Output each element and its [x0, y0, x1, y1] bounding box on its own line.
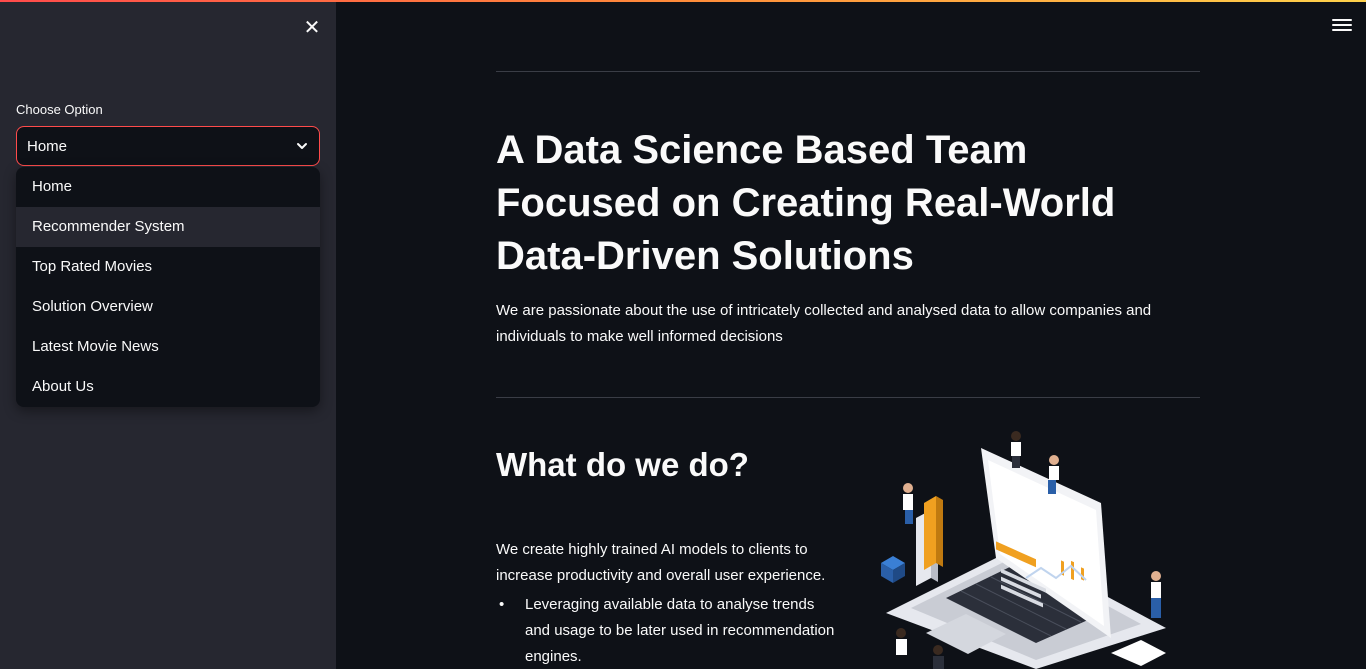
top-decoration-stripe	[0, 0, 1366, 2]
option-about-us[interactable]: About Us	[16, 367, 320, 407]
option-recommender-system[interactable]: Recommender System	[16, 207, 320, 247]
divider	[496, 71, 1200, 72]
option-top-rated-movies[interactable]: Top Rated Movies	[16, 247, 320, 287]
option-select[interactable]: Home	[16, 126, 320, 166]
hero-title: A Data Science Based Team Focused on Cre…	[496, 128, 1116, 278]
option-dropdown-list: Home Recommender System Top Rated Movies…	[16, 167, 320, 407]
bullet-item: Leveraging available data to analyse tre…	[496, 592, 841, 669]
option-solution-overview[interactable]: Solution Overview	[16, 287, 320, 327]
option-home[interactable]: Home	[16, 167, 320, 207]
data-analytics-illustration	[881, 431, 1166, 669]
option-latest-movie-news[interactable]: Latest Movie News	[16, 327, 320, 367]
sidebar: ✕ Choose Option Home Home Recommender Sy…	[0, 0, 336, 669]
section-text: We create highly trained AI models to cl…	[496, 541, 826, 584]
bullet-list: Leveraging available data to analyse tre…	[496, 592, 841, 669]
hero-text: We are passionate about the use of intri…	[496, 302, 1152, 345]
choose-option-label: Choose Option	[16, 102, 103, 117]
divider	[496, 397, 1200, 398]
section-title: What do we do?	[496, 446, 749, 483]
close-icon[interactable]: ✕	[300, 16, 324, 40]
select-value: Home	[27, 137, 68, 155]
hamburger-menu-icon[interactable]	[1332, 16, 1352, 34]
chevron-down-icon	[297, 143, 307, 149]
